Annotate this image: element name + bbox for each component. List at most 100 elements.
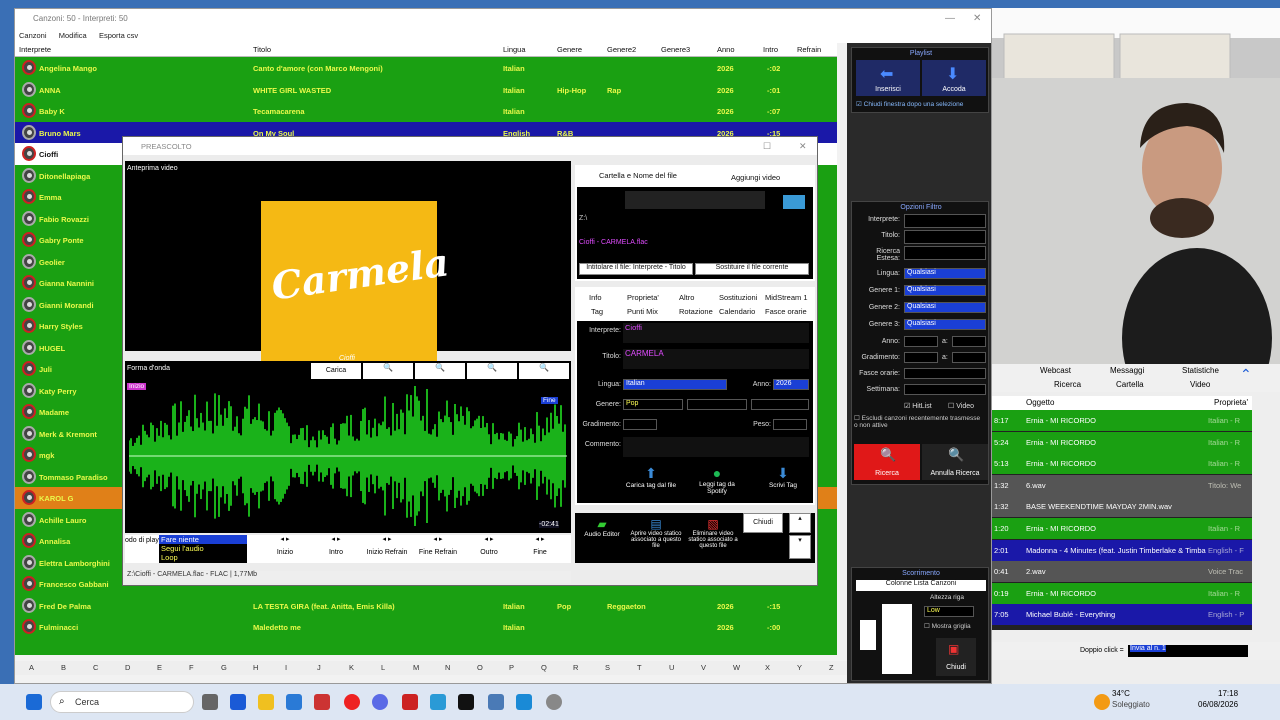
fine-marker[interactable]: Fine bbox=[541, 397, 558, 404]
settings-icon[interactable] bbox=[546, 694, 562, 710]
scrivi-tag-button[interactable]: ⬇ Scrivi Tag bbox=[755, 465, 811, 501]
filter-settimana-select[interactable] bbox=[904, 384, 986, 395]
store-icon[interactable] bbox=[286, 694, 302, 710]
down-arrow-icon[interactable]: ▾ bbox=[789, 535, 811, 559]
carica-wave-button[interactable]: Carica bbox=[311, 363, 361, 379]
marker-button[interactable]: Outro bbox=[465, 549, 513, 556]
col-genere2[interactable]: Genere2 bbox=[607, 45, 636, 54]
letter-z[interactable]: Z bbox=[829, 663, 834, 672]
filter-titolo-input[interactable] bbox=[904, 230, 986, 244]
folder-icon[interactable] bbox=[258, 694, 274, 710]
anno-select[interactable]: 2026 bbox=[773, 379, 809, 390]
log-row[interactable]: 7:05 Michael Bublé - Everything English - … bbox=[992, 604, 1252, 626]
log-row[interactable]: 1:32 6.wav Titolo: We bbox=[992, 474, 1252, 496]
letter-v[interactable]: V bbox=[701, 663, 706, 672]
accoda-button[interactable]: ⬇ Accoda bbox=[922, 60, 986, 96]
filter-genere2-select[interactable]: Qualsiasi bbox=[904, 302, 986, 313]
table-row[interactable]: Fred De Palma LA TESTA GIRA (feat. Anitta… bbox=[15, 594, 837, 616]
dialog-chiudi-button[interactable]: Chiudi bbox=[743, 513, 783, 533]
letter-f[interactable]: F bbox=[189, 663, 194, 672]
filter-genere1-select[interactable]: Qualsiasi bbox=[904, 285, 986, 296]
tiktok-icon[interactable] bbox=[458, 694, 474, 710]
letter-m[interactable]: M bbox=[413, 663, 419, 672]
marker-button[interactable]: Inizio Refrain bbox=[363, 549, 411, 556]
log-row[interactable]: 1:20 Ernia - MI RICORDO Italian - R bbox=[992, 518, 1252, 539]
tag-tab[interactable]: Info bbox=[589, 293, 602, 302]
col-titolo[interactable]: Titolo bbox=[253, 45, 271, 54]
tab-statistiche[interactable]: Statistiche bbox=[1182, 366, 1219, 375]
menu-modifica[interactable]: Modifica bbox=[59, 31, 87, 40]
letter-j[interactable]: J bbox=[317, 663, 321, 672]
tag-tab[interactable]: Altro bbox=[679, 293, 694, 302]
filezilla-icon[interactable] bbox=[402, 694, 418, 710]
eliminare-video-button[interactable]: ▧ Eliminare video statico associato a qu… bbox=[685, 517, 741, 561]
letter-c[interactable]: C bbox=[93, 663, 98, 672]
log-row[interactable]: 2:01 Madonna - 4 Minutes (feat. Justin Ti… bbox=[992, 539, 1252, 561]
genere3-select[interactable] bbox=[751, 399, 809, 410]
gradimento-select[interactable] bbox=[623, 419, 657, 430]
filter-interprete-input[interactable] bbox=[904, 214, 986, 228]
aprire-video-button[interactable]: ▤ Aprire video statico associato a quest… bbox=[629, 517, 683, 561]
table-row[interactable]: Baby K Tecamacarena Italian 2026 -:07 bbox=[15, 100, 837, 122]
commento-field[interactable] bbox=[623, 437, 809, 457]
letter-h[interactable]: H bbox=[253, 663, 258, 672]
close-icon[interactable]: ✕ bbox=[973, 13, 981, 24]
tag-tab[interactable]: Fasce orarie bbox=[765, 307, 807, 316]
scorrimento-chiudi-button[interactable]: ▣ Chiudi bbox=[936, 638, 976, 676]
scroll-pad-left[interactable] bbox=[860, 620, 876, 650]
log-row[interactable]: 5:24 Ernia - MI RICORDO Italian - R bbox=[992, 431, 1252, 453]
filter-gradimento-from[interactable] bbox=[904, 352, 938, 363]
zoom-out-icon[interactable]: 🔍 bbox=[415, 363, 465, 379]
letter-p[interactable]: P bbox=[509, 663, 514, 672]
log-row[interactable]: 0:19 Ernia - MI RICORDO Italian - R bbox=[992, 582, 1252, 604]
col-interprete[interactable]: Interprete bbox=[19, 45, 51, 54]
col-genere3[interactable]: Genere3 bbox=[661, 45, 690, 54]
intitolare-button[interactable]: Intitolare il file: Interprete - Titolo bbox=[579, 263, 693, 275]
dialog-maximize-icon[interactable]: ☐ bbox=[763, 141, 771, 152]
letter-w[interactable]: W bbox=[733, 663, 740, 672]
marker-button[interactable]: Intro bbox=[312, 549, 360, 556]
tag-tab[interactable]: MidStream 1 bbox=[765, 293, 808, 302]
tag-tab[interactable]: Tag bbox=[591, 307, 603, 316]
filter-genere3-select[interactable]: Qualsiasi bbox=[904, 319, 986, 330]
filter-ricerca-input[interactable] bbox=[904, 246, 986, 260]
audio-editor-button[interactable]: ▰ Audio Editor bbox=[577, 517, 627, 557]
zoom-sel-icon[interactable]: 🔍 bbox=[519, 363, 569, 379]
peso-select[interactable] bbox=[773, 419, 807, 430]
col-intro[interactable]: Intro bbox=[763, 45, 778, 54]
ricerca-button[interactable]: 🔍 Ricerca bbox=[854, 444, 920, 480]
letter-i[interactable]: I bbox=[285, 663, 287, 672]
sostituire-button[interactable]: Sostituire il file corrente bbox=[695, 263, 809, 275]
filter-fasce-select[interactable] bbox=[904, 368, 986, 379]
annulla-ricerca-button[interactable]: 🔍 Annulla Ricerca bbox=[922, 444, 988, 480]
marker-nudge-icon[interactable]: ◂ ▸ bbox=[312, 535, 360, 543]
letter-l[interactable]: L bbox=[381, 663, 385, 672]
letter-o[interactable]: O bbox=[477, 663, 483, 672]
inizio-marker[interactable]: Inizio bbox=[127, 383, 147, 390]
letter-n[interactable]: N bbox=[445, 663, 450, 672]
genere2-select[interactable] bbox=[687, 399, 747, 410]
log-row[interactable]: 8:17 Ernia - MI RICORDO Italian - R bbox=[992, 410, 1252, 431]
interprete-field[interactable]: Cioffi bbox=[623, 323, 809, 343]
letter-d[interactable]: D bbox=[125, 663, 130, 672]
marker-nudge-icon[interactable]: ◂ ▸ bbox=[516, 535, 564, 543]
letter-x[interactable]: X bbox=[765, 663, 770, 672]
letter-y[interactable]: Y bbox=[797, 663, 802, 672]
spotify-button[interactable]: ● Leggi tag da Spotify bbox=[689, 465, 745, 501]
windows-start-icon[interactable] bbox=[26, 694, 42, 710]
marker-button[interactable]: Fine bbox=[516, 549, 564, 556]
tag-tab[interactable]: Punti Mix bbox=[627, 307, 658, 316]
log-row[interactable]: 1:32 BASE WEEKENDTIME MAYDAY 2MIN.wav bbox=[992, 496, 1252, 518]
marker-nudge-icon[interactable]: ◂ ▸ bbox=[414, 535, 462, 543]
tab-webcast[interactable]: Webcast bbox=[1040, 366, 1071, 375]
tab-messaggi[interactable]: Messaggi bbox=[1110, 366, 1144, 375]
letter-e[interactable]: E bbox=[157, 663, 162, 672]
letter-q[interactable]: Q bbox=[541, 663, 547, 672]
letter-r[interactable]: R bbox=[573, 663, 578, 672]
path-box[interactable] bbox=[625, 191, 765, 209]
app-icon[interactable] bbox=[230, 694, 246, 710]
colonne-button[interactable]: Colonne Lista Canzoni bbox=[856, 580, 986, 591]
zoom-in-icon[interactable]: 🔍 bbox=[363, 363, 413, 379]
tag-tab[interactable]: Proprieta' bbox=[627, 293, 659, 302]
tab-aggiungi-video[interactable]: Aggiungi video bbox=[731, 173, 780, 182]
